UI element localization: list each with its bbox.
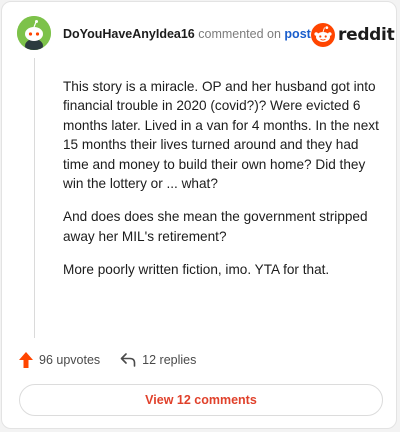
upvote-button[interactable]: 96 upvotes [19,352,100,368]
comment-paragraph: This story is a miracle. OP and her husb… [63,79,379,192]
replies-button[interactable]: 12 replies [120,353,196,367]
reddit-wordmark: reddit [338,25,395,45]
post-link[interactable]: post [284,27,310,41]
commented-on-text: commented on [198,27,281,41]
thread-line[interactable] [34,58,35,338]
comment-paragraph: And does does she mean the government st… [63,209,368,244]
comment-body: This story is a miracle. OP and her husb… [63,77,381,294]
upvote-count: 96 upvotes [39,353,101,367]
reddit-logo-icon [311,23,335,47]
reply-count: 12 replies [142,353,197,367]
username-link[interactable]: DoYouHaveAnyIdea16 [63,27,195,41]
comment-paragraph: More poorly written fiction, imo. YTA fo… [63,262,330,278]
comment-header: DoYouHaveAnyIdea16 commented on post [63,26,311,42]
view-comments-button[interactable]: View 12 comments [19,384,383,416]
reply-arrow-icon [120,353,136,367]
upvote-arrow-icon [19,352,33,368]
user-avatar-icon[interactable] [17,16,51,50]
comment-actions: 96 upvotes 12 replies [19,349,196,371]
reddit-logo[interactable]: reddit [311,22,395,48]
comment-card: DoYouHaveAnyIdea16 commented on post red… [1,1,397,429]
